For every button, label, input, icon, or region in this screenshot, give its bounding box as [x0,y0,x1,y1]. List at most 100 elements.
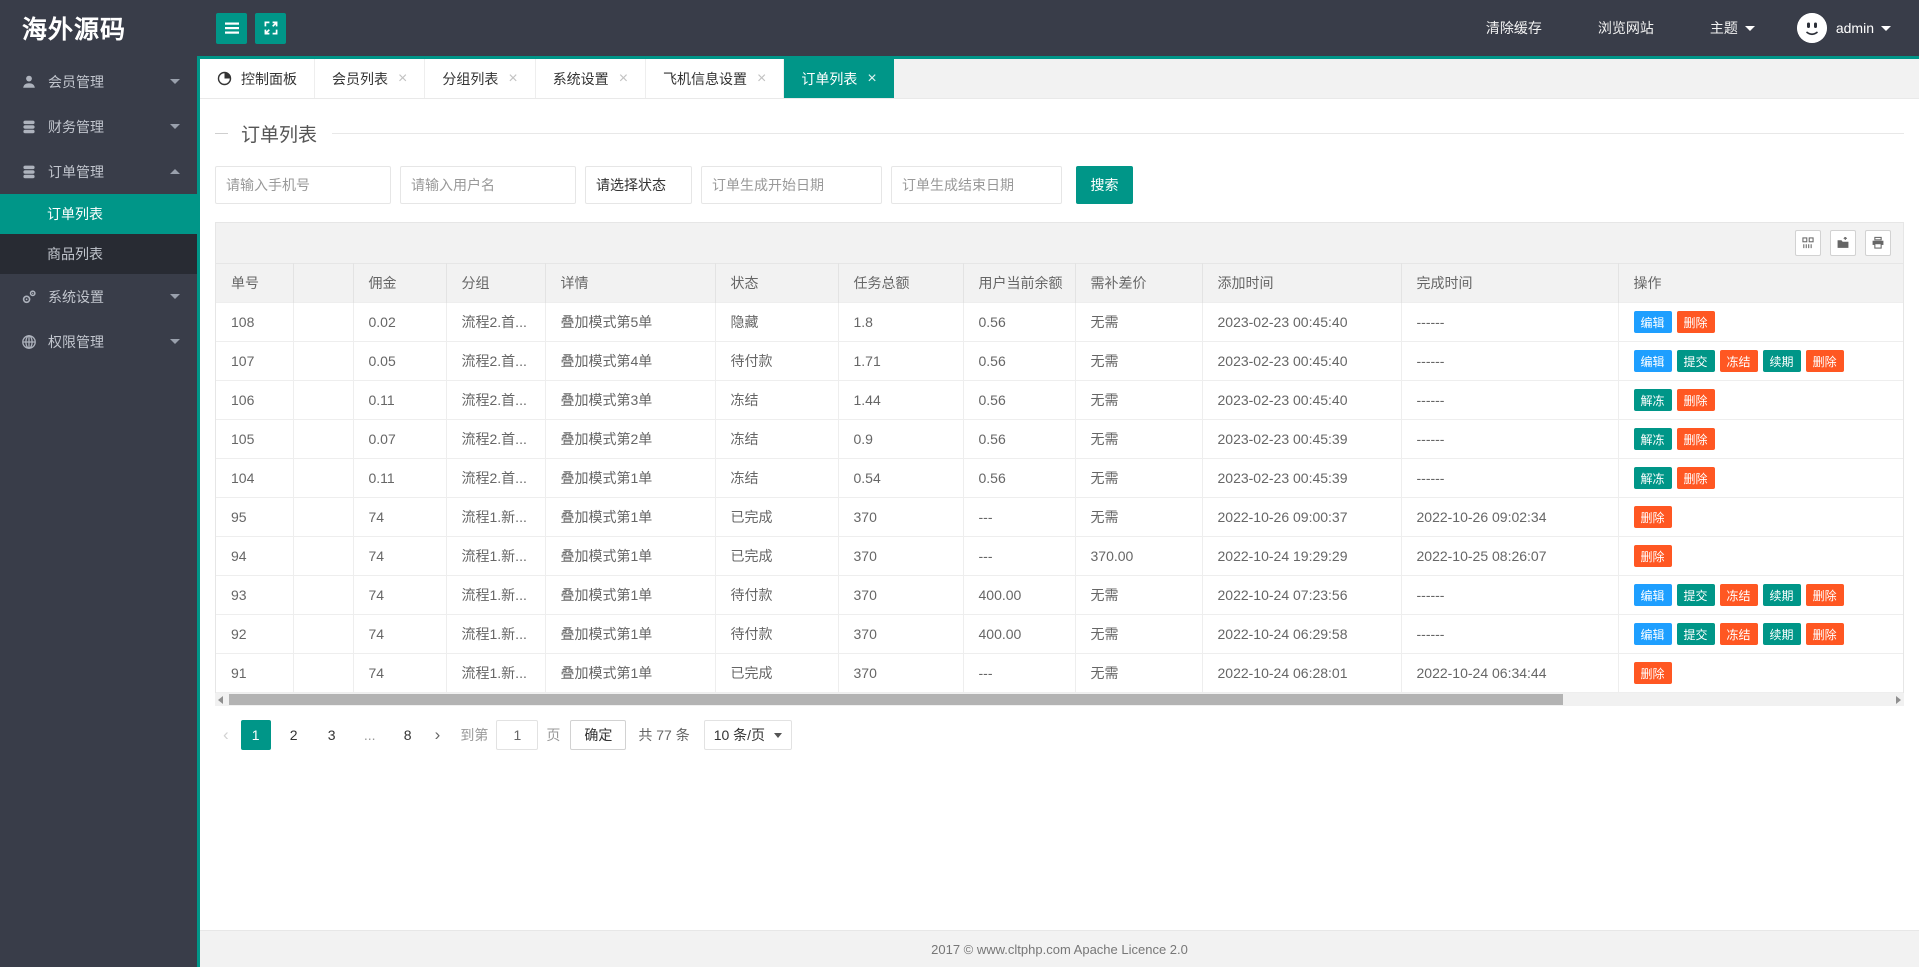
goto-unit-label: 页 [546,727,561,743]
tab[interactable]: 控制面板 [200,59,315,98]
table-cell: 370.00 [1075,536,1203,576]
scroll-right-icon[interactable] [1896,695,1901,704]
user-menu[interactable]: admin [1783,0,1919,56]
status-select[interactable]: 请选择状态 [585,166,692,204]
goto-page-input[interactable] [496,720,539,750]
next-page-button[interactable]: › [427,725,449,745]
table-cell [293,419,354,459]
action-button[interactable]: 编辑 [1633,623,1672,645]
sidebar-item[interactable]: 系统设置 [0,274,197,319]
table-cell [293,536,354,576]
action-button[interactable]: 续期 [1762,584,1801,606]
pager-ellipsis: ... [363,727,376,743]
scroll-left-icon[interactable] [218,695,223,704]
action-button[interactable]: 删除 [1633,662,1672,684]
action-button[interactable]: 冻结 [1719,584,1758,606]
export-button[interactable] [1830,230,1856,256]
action-button[interactable]: 提交 [1676,623,1715,645]
action-button[interactable]: 编辑 [1633,584,1672,606]
action-button[interactable]: 删除 [1805,623,1844,645]
tab[interactable]: 订单列表 × [784,59,894,98]
table-cell: 94 [216,536,294,576]
action-button[interactable]: 删除 [1633,506,1672,528]
sidebar-item[interactable]: 财务管理 [0,104,197,149]
sidebar-subitem[interactable]: 订单列表 [0,194,197,234]
sidebar-item[interactable]: 订单管理 [0,149,197,194]
close-icon[interactable]: × [508,70,517,87]
close-icon[interactable]: × [757,70,766,87]
table-cell: 2022-10-24 07:23:56 [1202,575,1402,615]
clear-cache-link[interactable]: 清除缓存 [1458,0,1570,56]
search-button[interactable]: 搜索 [1076,166,1133,204]
tab[interactable]: 会员列表 × [315,59,426,98]
action-button[interactable]: 续期 [1762,350,1801,372]
action-button[interactable]: 解冻 [1633,389,1672,411]
close-icon[interactable]: × [867,70,876,87]
action-button[interactable]: 编辑 [1633,311,1672,333]
prev-page-button[interactable]: ‹ [215,725,237,745]
table-cell: 流程1.新... [446,497,546,537]
page-number[interactable]: 2 [279,720,309,750]
chevron-down-icon [170,339,180,344]
action-button[interactable]: 删除 [1676,389,1715,411]
tab[interactable]: 分组列表 × [425,59,536,98]
action-button[interactable]: 提交 [1676,584,1715,606]
action-button[interactable]: 编辑 [1633,350,1672,372]
page-number[interactable]: 8 [393,720,423,750]
action-button[interactable]: 删除 [1676,311,1715,333]
print-button[interactable] [1865,230,1891,256]
table-cell: 370 [838,536,964,576]
chevron-down-icon [1881,25,1891,31]
action-button[interactable]: 删除 [1676,428,1715,450]
table-cell: 0.54 [838,458,964,498]
action-button[interactable]: 删除 [1676,467,1715,489]
table-cell: 隐藏 [715,302,839,342]
table-row: 107 0.05 流程2.首... 叠加模式第4单 待付款 1.71 0.56 无需 2023-… [216,341,1903,381]
sidebar-item[interactable]: 权限管理 [0,319,197,364]
action-button[interactable]: 删除 [1805,350,1844,372]
table-cell: 1.71 [838,341,964,381]
action-button[interactable]: 解冻 [1633,467,1672,489]
tab-label: 订单列表 [801,70,858,87]
action-button[interactable]: 冻结 [1719,350,1758,372]
horizontal-scrollbar[interactable] [215,693,1904,706]
table-cell: 2022-10-26 09:00:37 [1202,497,1402,537]
action-button[interactable]: 解冻 [1633,428,1672,450]
table-cell: 400.00 [963,575,1076,615]
theme-menu[interactable]: 主题 [1682,0,1783,56]
action-button[interactable]: 续期 [1762,623,1801,645]
action-button[interactable]: 冻结 [1719,623,1758,645]
action-button[interactable]: 提交 [1676,350,1715,372]
chevron-down-icon [170,79,180,84]
table-cell: --- [963,536,1076,576]
end-date-input[interactable] [891,166,1062,204]
sidebar-item[interactable]: 会员管理 [0,59,197,104]
action-button[interactable]: 删除 [1633,545,1672,567]
tab[interactable]: 系统设置 × [535,59,647,98]
start-date-input[interactable] [701,166,882,204]
fullscreen-icon [263,20,279,36]
tab-label: 控制面板 [241,70,297,87]
table-cell: 流程1.新... [446,653,546,693]
columns-button[interactable] [1795,230,1821,256]
tab[interactable]: 飞机信息设置 × [646,59,785,98]
table-cell: 91 [216,653,294,693]
scrollbar-thumb[interactable] [229,694,1564,705]
pager-pages: 1 2 3... 8 [237,720,427,750]
action-button[interactable]: 删除 [1805,584,1844,606]
fullscreen-button[interactable] [255,12,286,44]
sidebar-subitem[interactable]: 商品列表 [0,234,197,274]
phone-input[interactable] [215,166,391,204]
page-number[interactable]: 3 [317,720,347,750]
page-size-select[interactable]: 10 条/页 [703,720,793,750]
hamburger-icon [224,20,240,36]
chevron-down-icon [1744,25,1755,31]
browse-site-link[interactable]: 浏览网站 [1570,0,1682,56]
close-icon[interactable]: × [619,70,628,87]
page-number[interactable]: 1 [240,720,271,750]
collapse-menu-button[interactable] [216,12,247,44]
confirm-page-button[interactable]: 确定 [570,720,627,750]
close-icon[interactable]: × [398,70,407,87]
table-cell: 74 [353,653,447,693]
username-input[interactable] [400,166,576,204]
